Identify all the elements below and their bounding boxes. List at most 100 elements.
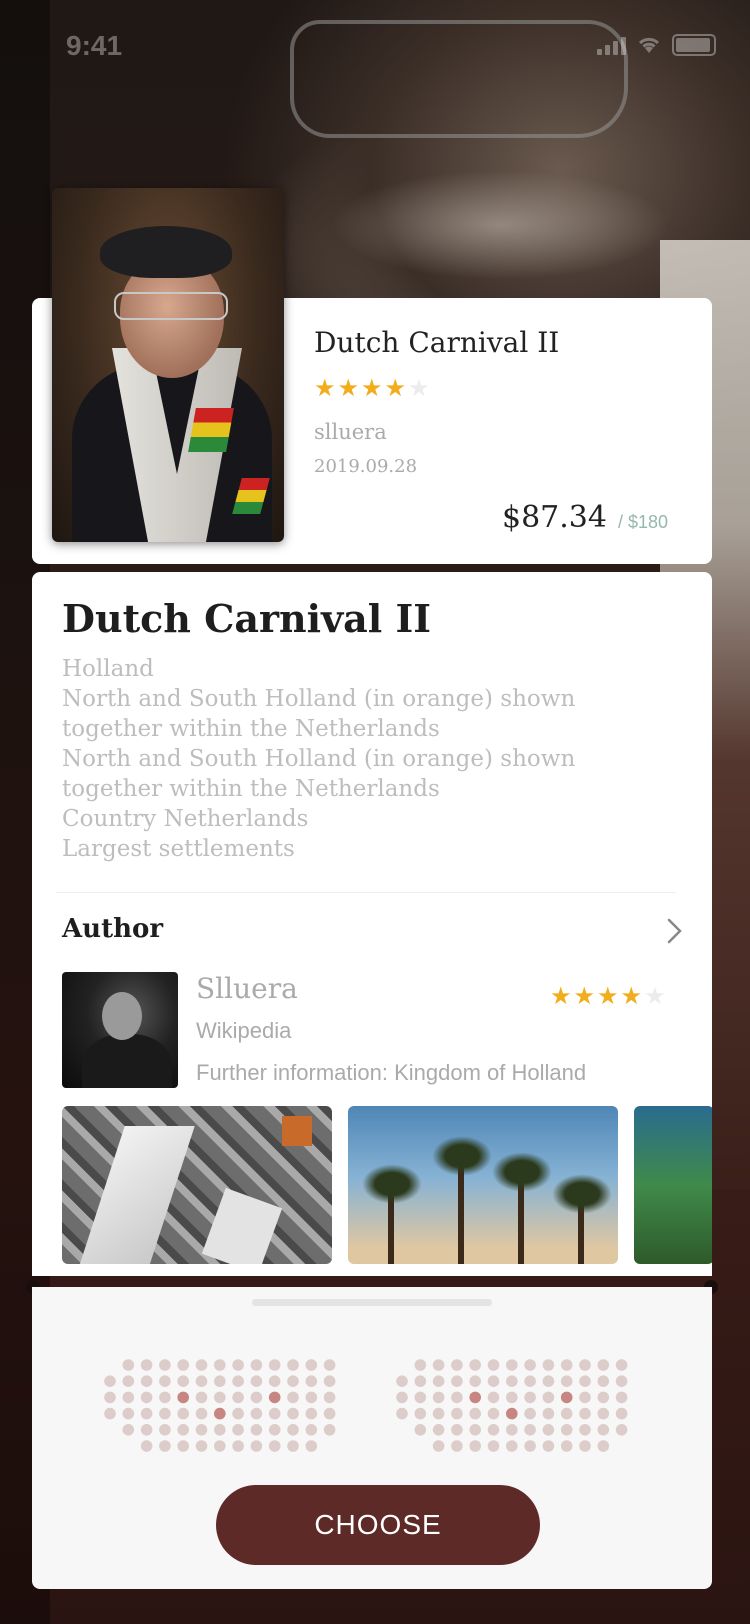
seat-available[interactable] (451, 1375, 463, 1387)
seat-selected[interactable] (560, 1391, 573, 1404)
seat-available[interactable] (579, 1391, 591, 1404)
seat-available[interactable] (177, 1359, 189, 1371)
chevron-right-icon[interactable] (662, 916, 686, 946)
seat-available[interactable] (287, 1407, 299, 1420)
seat-selected[interactable] (177, 1391, 189, 1404)
seat-selected[interactable] (506, 1407, 518, 1420)
seat-available[interactable] (615, 1391, 628, 1404)
seat-available[interactable] (542, 1391, 555, 1404)
seat-available[interactable] (177, 1440, 189, 1452)
seat-available[interactable] (597, 1424, 610, 1436)
seat-available[interactable] (159, 1424, 171, 1436)
seat-available[interactable] (487, 1407, 500, 1420)
seat-available[interactable] (177, 1375, 189, 1387)
seat-available[interactable] (432, 1375, 445, 1387)
seat-available[interactable] (305, 1359, 318, 1371)
seat-available[interactable] (451, 1407, 463, 1420)
seat-available[interactable] (542, 1424, 555, 1436)
seat-available[interactable] (524, 1359, 536, 1371)
seat-available[interactable] (250, 1440, 263, 1452)
seat-available[interactable] (287, 1391, 299, 1404)
seat-available[interactable] (323, 1407, 336, 1420)
seat-available[interactable] (104, 1391, 116, 1404)
seat-available[interactable] (579, 1440, 591, 1452)
seat-available[interactable] (615, 1375, 628, 1387)
seat-available[interactable] (432, 1359, 445, 1371)
seat-available[interactable] (560, 1359, 573, 1371)
seat-available[interactable] (214, 1375, 226, 1387)
seat-available[interactable] (469, 1375, 481, 1387)
seat-available[interactable] (542, 1440, 555, 1452)
seat-available[interactable] (487, 1424, 500, 1436)
choose-button[interactable]: CHOOSE (216, 1485, 540, 1565)
seat-available[interactable] (214, 1424, 226, 1436)
seat-available[interactable] (140, 1391, 153, 1404)
seat-available[interactable] (414, 1359, 427, 1371)
seat-available[interactable] (524, 1375, 536, 1387)
seat-available[interactable] (396, 1375, 408, 1387)
seat-available[interactable] (195, 1375, 208, 1387)
seat-available[interactable] (615, 1359, 628, 1371)
seat-available[interactable] (159, 1440, 171, 1452)
seat-available[interactable] (104, 1407, 116, 1420)
seat-available[interactable] (195, 1407, 208, 1420)
seat-available[interactable] (487, 1359, 500, 1371)
seat-available[interactable] (159, 1407, 171, 1420)
seat-available[interactable] (469, 1440, 481, 1452)
seat-available[interactable] (159, 1391, 171, 1404)
poster-image[interactable] (52, 188, 284, 542)
sheet-handle[interactable] (252, 1299, 492, 1306)
seat-available[interactable] (597, 1407, 610, 1420)
author-avatar[interactable] (62, 972, 178, 1088)
seat-available[interactable] (396, 1391, 408, 1404)
seat-available[interactable] (524, 1407, 536, 1420)
seat-available[interactable] (451, 1424, 463, 1436)
seat-available[interactable] (268, 1359, 281, 1371)
seat-available[interactable] (195, 1391, 208, 1404)
seat-selected[interactable] (268, 1391, 281, 1404)
seat-available[interactable] (122, 1424, 135, 1436)
gallery-photo-city[interactable] (62, 1106, 332, 1264)
seat-available[interactable] (268, 1440, 281, 1452)
seat-available[interactable] (560, 1440, 573, 1452)
seat-available[interactable] (579, 1407, 591, 1420)
seat-available[interactable] (177, 1424, 189, 1436)
seat-available[interactable] (560, 1424, 573, 1436)
seat-available[interactable] (250, 1407, 263, 1420)
seat-available[interactable] (122, 1407, 135, 1420)
seat-available[interactable] (159, 1375, 171, 1387)
seat-available[interactable] (232, 1440, 244, 1452)
seat-available[interactable] (396, 1407, 408, 1420)
seat-available[interactable] (232, 1359, 244, 1371)
seat-available[interactable] (469, 1407, 481, 1420)
seat-available[interactable] (305, 1407, 318, 1420)
seat-available[interactable] (414, 1407, 427, 1420)
seat-available[interactable] (506, 1391, 518, 1404)
seat-available[interactable] (287, 1424, 299, 1436)
seat-available[interactable] (232, 1375, 244, 1387)
seat-available[interactable] (542, 1359, 555, 1371)
seat-available[interactable] (140, 1440, 153, 1452)
seat-available[interactable] (323, 1375, 336, 1387)
seat-available[interactable] (214, 1391, 226, 1404)
seat-available[interactable] (597, 1391, 610, 1404)
seat-available[interactable] (579, 1424, 591, 1436)
seat-available[interactable] (469, 1424, 481, 1436)
seat-grid[interactable] (396, 1359, 632, 1463)
seat-available[interactable] (323, 1424, 336, 1436)
seat-available[interactable] (305, 1375, 318, 1387)
seat-available[interactable] (214, 1359, 226, 1371)
seat-available[interactable] (579, 1375, 591, 1387)
seat-available[interactable] (195, 1440, 208, 1452)
seat-available[interactable] (542, 1407, 555, 1420)
seat-map-right[interactable] (396, 1359, 632, 1463)
seat-available[interactable] (305, 1440, 318, 1452)
seat-available[interactable] (232, 1391, 244, 1404)
seat-available[interactable] (469, 1359, 481, 1371)
seat-available[interactable] (560, 1407, 573, 1420)
seat-available[interactable] (268, 1424, 281, 1436)
seat-available[interactable] (506, 1359, 518, 1371)
seat-available[interactable] (597, 1359, 610, 1371)
seat-map-left[interactable] (104, 1359, 340, 1463)
seat-available[interactable] (140, 1375, 153, 1387)
